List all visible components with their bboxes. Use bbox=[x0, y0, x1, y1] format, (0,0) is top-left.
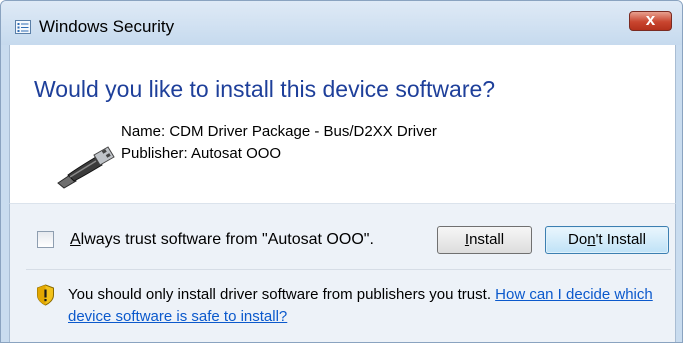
always-trust-accel: A bbox=[70, 231, 81, 248]
title-bar[interactable]: Windows Security x bbox=[1, 1, 682, 45]
dont-install-text-b: 't Install bbox=[595, 231, 646, 248]
driver-publisher: Publisher: Autosat OOO bbox=[121, 145, 282, 162]
dont-install-accel: n bbox=[587, 231, 596, 248]
dialog-footer-area: Always trust software from "Autosat OOO"… bbox=[9, 203, 676, 342]
driver-info: Name: CDM Driver Package - Bus/D2XX Driv… bbox=[121, 121, 437, 165]
shield-warning-icon bbox=[37, 284, 54, 306]
install-button[interactable]: Install bbox=[437, 226, 532, 254]
dialog-heading: Would you like to install this device so… bbox=[34, 76, 496, 102]
dont-install-text-a: Do bbox=[568, 231, 588, 248]
footer-divider bbox=[26, 269, 671, 270]
dont-install-button[interactable]: Don't Install bbox=[545, 226, 669, 254]
always-trust-checkbox[interactable] bbox=[37, 231, 54, 248]
dialog-content: Would you like to install this device so… bbox=[9, 45, 676, 203]
warning-text: You should only install driver software … bbox=[68, 286, 496, 303]
driver-name: Name: CDM Driver Package - Bus/D2XX Driv… bbox=[121, 123, 437, 140]
security-warning: You should only install driver software … bbox=[68, 284, 668, 328]
always-trust-label[interactable]: Always trust software from "Autosat OOO"… bbox=[70, 231, 374, 249]
install-text: nstall bbox=[469, 231, 505, 248]
close-icon: x bbox=[645, 10, 656, 29]
usb-device-icon bbox=[57, 146, 115, 189]
dialog-window: Windows Security x Would you like to ins… bbox=[0, 0, 683, 343]
window-title: Windows Security bbox=[39, 17, 175, 36]
window-app-icon bbox=[15, 20, 31, 34]
close-button[interactable]: x bbox=[629, 10, 672, 31]
always-trust-text: lways trust software from "Autosat OOO". bbox=[80, 231, 374, 248]
